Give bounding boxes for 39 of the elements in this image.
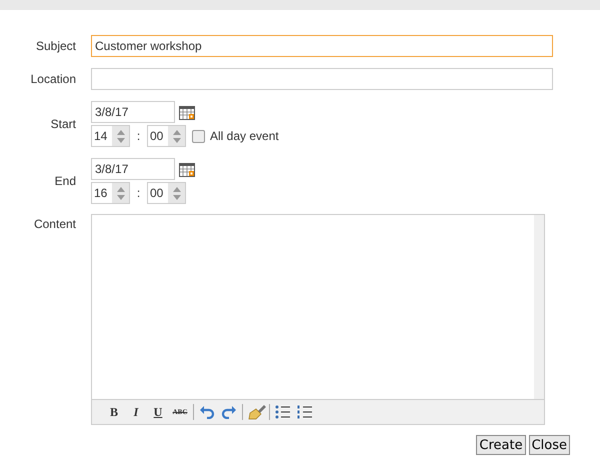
- all-day-checkbox[interactable]: [192, 130, 205, 142]
- field-label: Subject: [36, 39, 76, 53]
- date-field[interactable]: 3/8/17: [91, 101, 175, 123]
- down-arrow-icon[interactable]: [116, 138, 124, 142]
- time-spinner[interactable]: 14: [91, 125, 130, 147]
- time-value: 00: [150, 129, 164, 143]
- field-label: Start: [50, 117, 76, 131]
- subject-field[interactable]: Customer workshop: [91, 35, 553, 57]
- up-arrow-icon[interactable]: [116, 130, 124, 134]
- field-label: Location: [30, 72, 76, 86]
- create-button[interactable]: Create: [476, 435, 526, 455]
- field-label: End: [54, 174, 76, 188]
- time-separator: :: [136, 128, 142, 145]
- up-arrow-icon[interactable]: [116, 186, 124, 192]
- time-value: 00: [150, 186, 164, 200]
- location-field[interactable]: [91, 68, 553, 90]
- time-spinner[interactable]: 00: [147, 182, 186, 204]
- down-arrow-icon[interactable]: [172, 194, 180, 200]
- up-arrow-icon[interactable]: [172, 130, 180, 134]
- bold-button[interactable]: B: [103, 406, 125, 418]
- close-button[interactable]: Close: [528, 435, 570, 455]
- down-arrow-icon[interactable]: [116, 194, 124, 200]
- time-value: 14: [94, 129, 108, 143]
- date-value: 3/8/17: [95, 105, 128, 119]
- time-value: 16: [94, 186, 108, 200]
- down-arrow-icon[interactable]: [172, 138, 180, 142]
- underline-button[interactable]: U: [147, 406, 169, 418]
- calendar-icon: [179, 161, 195, 177]
- date-field[interactable]: 3/8/17: [91, 158, 175, 180]
- time-spinner[interactable]: 00: [147, 125, 186, 147]
- up-arrow-icon[interactable]: [172, 186, 180, 192]
- field-label: Content: [34, 217, 76, 231]
- time-spinner[interactable]: 16: [91, 182, 130, 204]
- date-value: 3/8/17: [95, 162, 128, 176]
- italic-button[interactable]: I: [125, 406, 147, 418]
- calendar-icon: [179, 104, 195, 120]
- all-day-label: All day event: [210, 128, 279, 145]
- scrollbar[interactable]: [534, 215, 544, 399]
- time-separator: :: [136, 185, 142, 202]
